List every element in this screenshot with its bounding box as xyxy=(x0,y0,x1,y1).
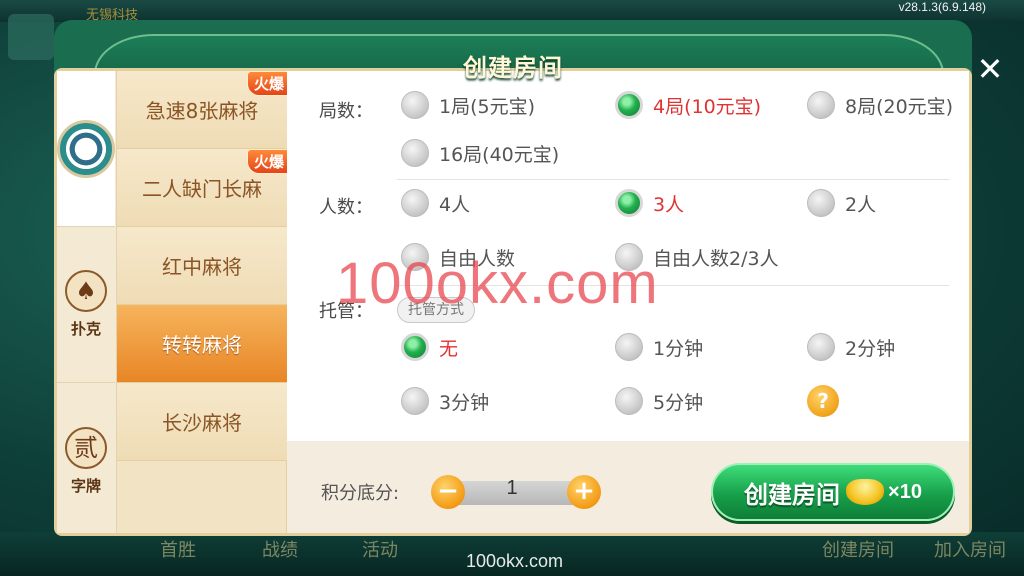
bottom-item[interactable]: 首胜 xyxy=(160,536,196,562)
rounds-label: 局数： xyxy=(319,101,373,122)
radio-button[interactable] xyxy=(807,189,835,217)
rounds-option-8[interactable]: 8局(20元宝) xyxy=(807,91,953,119)
bottom-watermark: 100okx.com xyxy=(466,551,564,571)
players-option-4[interactable]: 4人 xyxy=(401,189,470,217)
trustee-option-none[interactable]: 无 xyxy=(401,333,458,361)
radio-button[interactable] xyxy=(401,189,429,217)
radio-button[interactable] xyxy=(615,243,643,271)
trustee-option-1min[interactable]: 1分钟 xyxy=(615,333,703,361)
option-label: 1局(5元宝) xyxy=(439,95,536,118)
lobby-bottom-bar: 首胜 战绩 活动 创建房间 加入房间 100okx.com xyxy=(0,532,1024,576)
radio-button[interactable] xyxy=(401,243,429,271)
game-item[interactable]: 二人缺门长麻 火爆 xyxy=(117,149,291,227)
plus-button[interactable]: + xyxy=(567,475,601,509)
game-name: 转转麻将 xyxy=(162,333,242,357)
option-label: 4局(10元宝) xyxy=(653,95,762,118)
spade-icon: ♠ xyxy=(65,270,107,312)
radio-button[interactable] xyxy=(615,333,643,361)
game-item-selected[interactable]: 转转麻将 xyxy=(117,305,287,383)
radio-button-checked[interactable] xyxy=(615,189,643,217)
players-option-3[interactable]: 3人 xyxy=(615,189,684,217)
base-score-label: 积分底分: xyxy=(321,483,400,504)
game-item[interactable]: 红中麻将 xyxy=(117,227,287,305)
radio-button[interactable] xyxy=(807,333,835,361)
bottom-item[interactable]: 活动 xyxy=(362,536,398,562)
dialog-title: 创建房间 xyxy=(463,54,563,82)
option-label: 自由人数2/3人 xyxy=(653,247,779,270)
option-label: 3分钟 xyxy=(439,391,490,414)
radio-button[interactable] xyxy=(401,91,429,119)
players-option-free[interactable]: 自由人数 xyxy=(401,243,515,271)
trustee-option-5min[interactable]: 5分钟 xyxy=(615,387,703,415)
radio-button[interactable] xyxy=(401,387,429,415)
radio-button[interactable] xyxy=(807,91,835,119)
rail-item-zipai[interactable]: 贰 字牌 xyxy=(57,383,115,539)
create-room-dialog: ♠ 扑克 贰 字牌 急速8张麻将 火爆 二人缺门长麻 火爆 红中麻将 转转麻将 xyxy=(54,20,1003,536)
bottom-item[interactable]: 加入房间 xyxy=(934,536,1006,562)
gold-ingot-icon xyxy=(846,479,885,505)
trustee-mode-tag: 托管方式 xyxy=(397,297,475,323)
bottom-item[interactable]: 战绩 xyxy=(262,536,298,562)
tile-icon: 贰 xyxy=(65,426,107,469)
radio-button-checked[interactable] xyxy=(401,333,429,361)
footer: 积分底分: 1 − + 创建房间 ×10 xyxy=(287,441,969,533)
rail-item-mahjong[interactable] xyxy=(57,71,115,227)
hot-badge: 火爆 xyxy=(246,149,291,174)
option-label: 4人 xyxy=(439,193,471,216)
option-label: 1分钟 xyxy=(653,337,704,360)
trustee-option-2min[interactable]: 2分钟 xyxy=(807,333,895,361)
game-name: 长沙麻将 xyxy=(162,411,242,435)
create-room-label: 创建房间 xyxy=(744,480,841,509)
version-label: v28.1.3(6.9.148) xyxy=(898,0,986,14)
lobby-top-bar: 无锡科技 xyxy=(0,0,1024,23)
rail-item-poker[interactable]: ♠ 扑克 xyxy=(57,227,115,383)
rounds-option-16[interactable]: 16局(40元宝) xyxy=(401,139,559,167)
game-item[interactable]: 长沙麻将 xyxy=(117,383,287,461)
divider xyxy=(397,285,949,286)
option-label: 16局(40元宝) xyxy=(439,143,560,166)
score-value: 1 xyxy=(506,477,518,499)
close-icon[interactable]: ✕ xyxy=(970,50,1010,90)
rounds-option-4[interactable]: 4局(10元宝) xyxy=(615,91,761,119)
dialog-body: ♠ 扑克 贰 字牌 急速8张麻将 火爆 二人缺门长麻 火爆 红中麻将 转转麻将 xyxy=(54,68,972,536)
rail-label: 扑克 xyxy=(70,320,101,338)
trustee-label: 托管： xyxy=(319,301,373,322)
option-label: 无 xyxy=(439,337,459,360)
radio-button[interactable] xyxy=(615,387,643,415)
radio-button[interactable] xyxy=(401,139,429,167)
options-panel: 局数： 1局(5元宝) 4局(10元宝) 8局(20元宝) 16局(40元宝) … xyxy=(287,71,969,533)
minus-button[interactable]: − xyxy=(431,475,465,509)
players-option-2[interactable]: 2人 xyxy=(807,189,876,217)
rounds-option-1[interactable]: 1局(5元宝) xyxy=(401,91,535,119)
option-label: 自由人数 xyxy=(439,247,516,270)
mahjong-icon xyxy=(57,119,115,178)
cost-label: ×10 xyxy=(888,480,922,503)
option-label: 2分钟 xyxy=(845,337,896,360)
option-label: 2人 xyxy=(845,193,877,216)
home-icon[interactable] xyxy=(8,14,54,60)
create-room-button[interactable]: 创建房间 ×10 xyxy=(711,463,955,521)
game-list: 急速8张麻将 火爆 二人缺门长麻 火爆 红中麻将 转转麻将 长沙麻将 xyxy=(117,71,291,533)
category-rail: ♠ 扑克 贰 字牌 xyxy=(57,71,117,533)
game-name: 红中麻将 xyxy=(162,255,242,279)
bottom-item[interactable]: 创建房间 xyxy=(822,536,894,562)
game-name: 急速8张麻将 xyxy=(145,99,259,123)
players-option-free-2-3[interactable]: 自由人数2/3人 xyxy=(615,243,779,271)
help-icon[interactable]: ? xyxy=(807,385,839,417)
option-label: 5分钟 xyxy=(653,391,704,414)
game-name: 二人缺门长麻 xyxy=(142,177,262,201)
players-label: 人数： xyxy=(319,197,373,218)
option-label: 8局(20元宝) xyxy=(845,95,954,118)
rail-label: 字牌 xyxy=(70,476,101,495)
trustee-option-3min[interactable]: 3分钟 xyxy=(401,387,489,415)
divider xyxy=(397,179,949,180)
option-label: 3人 xyxy=(653,193,685,216)
radio-button-checked[interactable] xyxy=(615,91,643,119)
